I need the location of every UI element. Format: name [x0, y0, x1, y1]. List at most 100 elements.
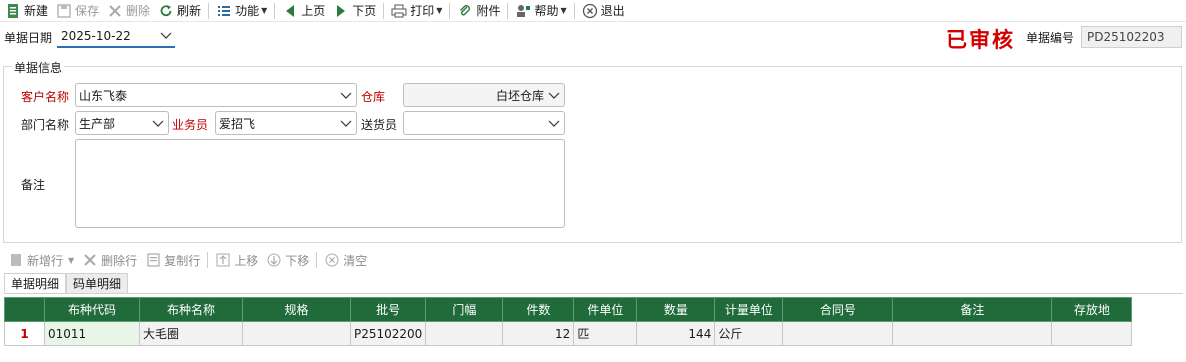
cell-remark[interactable]	[892, 321, 1053, 346]
attachment-button[interactable]: 附件	[455, 1, 502, 21]
col-remark[interactable]: 备注	[892, 297, 1053, 322]
salesman-value: 爱招飞	[219, 116, 256, 131]
add-row-icon	[8, 252, 24, 268]
arrow-left-icon	[282, 3, 298, 19]
move-down-button[interactable]: 下移	[264, 250, 311, 270]
arrow-right-icon	[333, 3, 349, 19]
save-button[interactable]: 保存	[54, 1, 101, 21]
chevron-down-icon	[548, 89, 560, 103]
add-row-button[interactable]: 新增行 ▼	[6, 250, 76, 270]
help-button[interactable]: 帮助 ▼	[513, 1, 568, 21]
new-button-label: 新建	[24, 4, 49, 18]
paperclip-icon	[457, 3, 473, 19]
col-quantity[interactable]: 数量	[636, 297, 716, 322]
cell-width[interactable]	[425, 321, 504, 346]
print-button[interactable]: 打印 ▼	[389, 1, 444, 21]
toolbar-separator	[573, 2, 575, 19]
col-pieces[interactable]: 件数	[502, 297, 575, 322]
col-piece-unit[interactable]: 件单位	[573, 297, 638, 322]
col-measure-unit[interactable]: 计量单位	[714, 297, 784, 322]
cell-fabric-name[interactable]: 大毛圈	[139, 321, 243, 346]
salesman-select[interactable]: 爱招飞	[215, 111, 357, 135]
function-button-label: 功能	[235, 4, 260, 18]
chevron-down-icon: ▼	[68, 255, 75, 265]
chevron-down-icon	[548, 117, 560, 131]
col-width[interactable]: 门幅	[425, 297, 504, 322]
dept-label: 部门名称	[21, 118, 70, 132]
delete-x-icon	[82, 252, 98, 268]
col-spec[interactable]: 规格	[242, 297, 351, 322]
chevron-down-icon: ▼	[436, 6, 443, 15]
deliverer-select[interactable]	[403, 111, 565, 135]
col-location[interactable]: 存放地	[1051, 297, 1133, 322]
docno-field[interactable]: PD25102203	[1081, 26, 1182, 48]
toolbar-separator	[208, 2, 210, 19]
col-rownum	[4, 297, 45, 322]
next-button-label: 下页	[352, 4, 377, 18]
cell-pieces[interactable]: 12	[502, 321, 575, 346]
table-row[interactable]: 1 01011 大毛圈 P25102200 12 匹 144 公斤	[4, 321, 1133, 346]
attach-button-label: 附件	[476, 4, 501, 18]
chevron-down-icon	[340, 89, 352, 103]
customer-label: 客户名称	[21, 90, 70, 104]
function-menu-button[interactable]: 功能 ▼	[214, 1, 269, 21]
cell-measure-unit[interactable]: 公斤	[714, 321, 784, 346]
delete-button[interactable]: 删除	[105, 1, 152, 21]
cell-piece-unit[interactable]: 匹	[573, 321, 638, 346]
chevron-down-icon	[160, 29, 172, 43]
warehouse-label: 仓库	[361, 90, 386, 104]
cell-spec[interactable]	[242, 321, 351, 346]
toolbar-separator	[449, 2, 451, 19]
refresh-icon	[158, 3, 174, 19]
cell-fabric-code[interactable]: 01011	[44, 321, 140, 346]
exit-button-label: 退出	[600, 4, 625, 18]
clear-button[interactable]: 清空	[322, 250, 369, 270]
chevron-down-icon	[340, 117, 352, 131]
customer-select[interactable]: 山东飞泰	[75, 83, 357, 107]
next-page-button[interactable]: 下页	[331, 1, 378, 21]
toolbar-separator	[274, 2, 276, 19]
chevron-down-icon: ▼	[560, 6, 567, 15]
refresh-button[interactable]: 刷新	[156, 1, 203, 21]
delete-row-button[interactable]: 删除行	[80, 250, 139, 270]
cell-location[interactable]	[1051, 321, 1133, 346]
print-button-label: 打印	[410, 4, 435, 18]
date-picker[interactable]: 2025-10-22	[57, 26, 176, 48]
col-fabric-name[interactable]: 布种名称	[139, 297, 243, 322]
move-up-label: 上移	[234, 253, 259, 268]
col-batch[interactable]: 批号	[349, 297, 427, 322]
detail-grid: 布种代码 布种名称 规格 批号 门幅 件数 件单位 数量 计量单位 合同号 备注…	[4, 297, 1133, 346]
cell-contract-no[interactable]	[782, 321, 894, 346]
tab-document-detail[interactable]: 单据明细	[4, 273, 67, 293]
warehouse-value: 白坯仓库	[495, 88, 544, 103]
grid-header-row: 布种代码 布种名称 规格 批号 门幅 件数 件单位 数量 计量单位 合同号 备注…	[4, 297, 1133, 322]
copy-row-button[interactable]: 复制行	[143, 250, 202, 270]
arrow-down-icon	[266, 252, 282, 268]
new-button[interactable]: 新建	[3, 1, 50, 21]
printer-icon	[391, 3, 407, 19]
dept-select[interactable]: 生产部	[75, 111, 169, 135]
col-fabric-code[interactable]: 布种代码	[44, 297, 140, 322]
row-number: 1	[4, 321, 45, 346]
remark-label: 备注	[21, 178, 46, 192]
date-row: 单据日期 2025-10-22	[4, 26, 176, 48]
move-up-button[interactable]: 上移	[213, 250, 260, 270]
help-person-icon	[515, 3, 531, 19]
dept-value: 生产部	[79, 116, 116, 131]
delete-x-icon	[107, 3, 123, 19]
close-circle-icon	[582, 3, 598, 19]
grid-toolbar: 新增行 ▼ 删除行 复制行 上移 下移 清空	[6, 250, 373, 270]
prev-page-button[interactable]: 上页	[280, 1, 327, 21]
date-label: 单据日期	[4, 30, 53, 45]
warehouse-select[interactable]: 白坯仓库	[403, 83, 565, 107]
chevron-down-icon	[152, 117, 164, 131]
toolbar-separator	[316, 252, 318, 268]
arrow-up-icon	[215, 252, 231, 268]
cell-batch[interactable]: P25102200	[349, 321, 427, 346]
remark-textarea[interactable]	[75, 139, 565, 228]
cell-quantity[interactable]: 144	[636, 321, 716, 346]
col-contract-no[interactable]: 合同号	[782, 297, 894, 322]
exit-button[interactable]: 退出	[580, 1, 627, 21]
help-button-label: 帮助	[534, 4, 559, 18]
tab-code-detail[interactable]: 码单明细	[66, 273, 129, 293]
